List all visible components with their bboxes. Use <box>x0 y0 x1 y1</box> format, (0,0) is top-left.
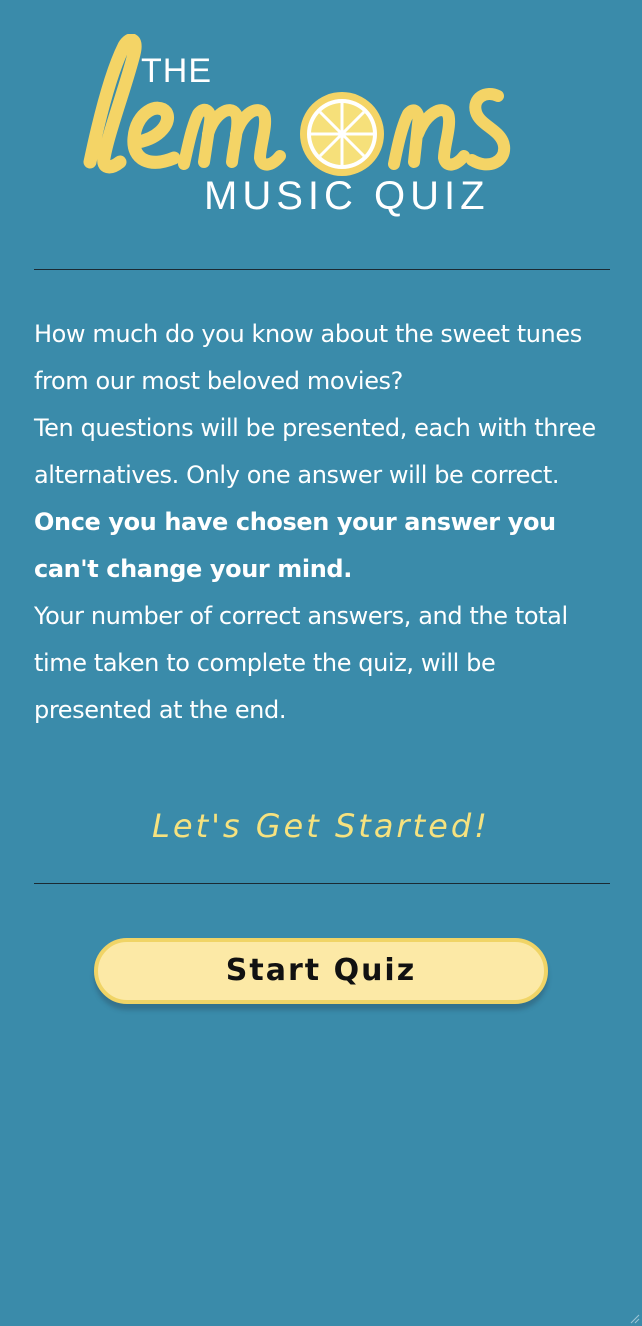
intro-warning: Once you have chosen your answer you can… <box>34 508 556 583</box>
quiz-logo: THE MUSIC QUIZ <box>80 34 530 224</box>
lemon-slice-icon <box>300 92 384 176</box>
intro-paragraph: How much do you know about the sweet tun… <box>34 320 582 395</box>
intro-paragraph: Your number of correct answers, and the … <box>34 602 568 724</box>
resize-grip-icon[interactable] <box>628 1312 640 1324</box>
divider-top <box>34 269 610 270</box>
logo-letter-s <box>466 88 511 171</box>
start-quiz-button[interactable]: Start Quiz <box>94 938 548 1004</box>
quiz-intro: How much do you know about the sweet tun… <box>34 311 618 734</box>
intro-paragraph: Ten questions will be presented, each wi… <box>34 414 596 489</box>
logo-letter-n <box>388 104 470 171</box>
logo-the-text: THE <box>141 52 212 90</box>
logo-subtitle: MUSIC QUIZ <box>204 174 490 218</box>
divider-bottom <box>34 883 610 884</box>
logo-letter-e <box>127 101 181 169</box>
logo-letter-m <box>178 103 286 171</box>
tagline: Let's Get Started! <box>152 807 490 845</box>
